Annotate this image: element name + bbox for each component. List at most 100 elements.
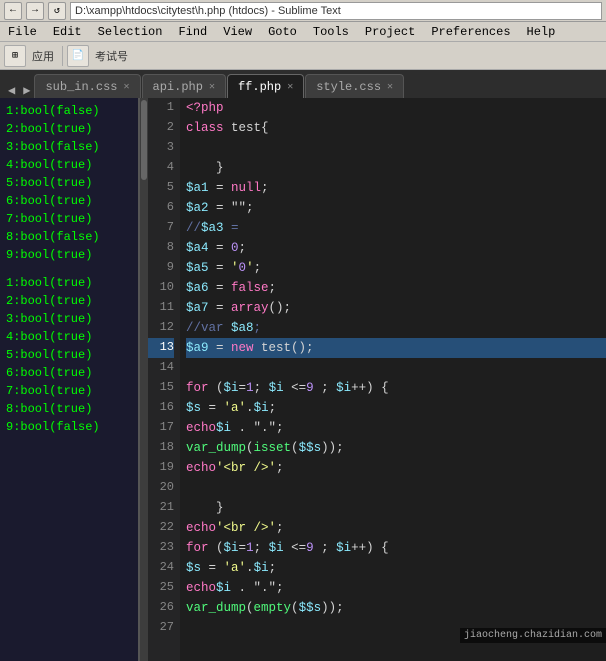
line-number: 5	[148, 178, 174, 198]
line-number: 24	[148, 558, 174, 578]
code-line[interactable]: }	[186, 158, 606, 178]
forward-button[interactable]: →	[26, 2, 44, 20]
code-line[interactable]: //var $a8;	[186, 318, 606, 338]
line-number: 23	[148, 538, 174, 558]
line-number: 22	[148, 518, 174, 538]
code-line[interactable]	[186, 138, 606, 158]
code-line[interactable]: for ($i=1; $i <=9 ; $i++) {	[186, 378, 606, 398]
menu-view[interactable]: View	[215, 22, 260, 41]
line-number: 6	[148, 198, 174, 218]
line-number: 9	[148, 258, 174, 278]
tab-style-css[interactable]: style.css ✕	[305, 74, 404, 98]
tab-next[interactable]: ▶	[19, 83, 34, 98]
menu-tools[interactable]: Tools	[305, 22, 357, 41]
code-line[interactable]: $a2 = "";	[186, 198, 606, 218]
menu-preferences[interactable]: Preferences	[423, 22, 518, 41]
code-line[interactable]: echo '<br />';	[186, 518, 606, 538]
menu-project[interactable]: Project	[357, 22, 423, 41]
code-line[interactable]: $a5 = '0';	[186, 258, 606, 278]
line-number: 16	[148, 398, 174, 418]
code-line[interactable]: $a9 = new test();	[186, 338, 606, 358]
code-line[interactable]: <?php	[186, 98, 606, 118]
line-number: 2	[148, 118, 174, 138]
line-number: 7	[148, 218, 174, 238]
code-line[interactable]: //$a3 =	[186, 218, 606, 238]
line-number: 12	[148, 318, 174, 338]
line-number: 20	[148, 478, 174, 498]
output-line: 3:bool(false)	[6, 138, 132, 156]
toolbar-label: 应用	[28, 48, 58, 64]
output-line: 1:bool(true)	[6, 274, 132, 292]
output-line: 7:bool(true)	[6, 210, 132, 228]
code-line[interactable]: $a7 = array();	[186, 298, 606, 318]
line-number: 4	[148, 158, 174, 178]
code-line[interactable]: echo '<br />';	[186, 458, 606, 478]
menu-goto[interactable]: Goto	[260, 22, 305, 41]
code-line[interactable]: echo $i . ".";	[186, 578, 606, 598]
line-numbers: 1234567891011121314151617181920212223242…	[148, 98, 180, 661]
output-section-1: 1:bool(false)2:bool(true)3:bool(false)4:…	[6, 102, 132, 264]
tab-prev[interactable]: ◀	[4, 83, 19, 98]
refresh-button[interactable]: ↺	[48, 2, 66, 20]
output-section-2: 1:bool(true)2:bool(true)3:bool(true)4:bo…	[6, 274, 132, 436]
line-number: 17	[148, 418, 174, 438]
code-line[interactable]: class test{	[186, 118, 606, 138]
line-number: 27	[148, 618, 174, 638]
left-panel: 1:bool(false)2:bool(true)3:bool(false)4:…	[0, 98, 140, 661]
output-line: 4:bool(true)	[6, 156, 132, 174]
menu-bar: File Edit Selection Find View Goto Tools…	[0, 22, 606, 42]
url-bar[interactable]	[70, 2, 602, 20]
code-line[interactable]: var_dump(empty($$s));	[186, 598, 606, 618]
code-line[interactable]: $s = 'a'.$i;	[186, 558, 606, 578]
code-line[interactable]: }	[186, 498, 606, 518]
code-line[interactable]: $s = 'a'.$i;	[186, 398, 606, 418]
apps-icon[interactable]: ⊞	[4, 45, 26, 67]
scroll-bar[interactable]	[140, 98, 148, 661]
output-line: 6:bool(true)	[6, 364, 132, 382]
code-line[interactable]: $a4 = 0;	[186, 238, 606, 258]
output-line: 8:bool(true)	[6, 400, 132, 418]
menu-file[interactable]: File	[0, 22, 45, 41]
toolbar: ⊞ 应用 📄 考试号	[0, 42, 606, 70]
output-line: 3:bool(true)	[6, 310, 132, 328]
code-line[interactable]	[186, 358, 606, 378]
code-content[interactable]: <?php class test{ } $a1 = null; $a2 = ""…	[180, 98, 606, 661]
menu-help[interactable]: Help	[519, 22, 564, 41]
code-line[interactable]: $a6 = false;	[186, 278, 606, 298]
line-number: 18	[148, 438, 174, 458]
tab-api-php[interactable]: api.php ✕	[142, 74, 226, 98]
toolbar-label-2: 考试号	[91, 48, 132, 64]
output-line: 5:bool(true)	[6, 174, 132, 192]
output-line: 8:bool(false)	[6, 228, 132, 246]
tab-ff-php[interactable]: ff.php ✕	[227, 74, 304, 98]
scroll-thumb[interactable]	[141, 100, 147, 180]
output-line: 2:bool(true)	[6, 120, 132, 138]
code-line[interactable]	[186, 478, 606, 498]
output-line: 9:bool(true)	[6, 246, 132, 264]
tab-sub-in-css[interactable]: sub_in.css ✕	[34, 74, 140, 98]
code-line[interactable]: for ($i=1; $i <=9 ; $i++) {	[186, 538, 606, 558]
output-line: 7:bool(true)	[6, 382, 132, 400]
code-editor[interactable]: 1234567891011121314151617181920212223242…	[148, 98, 606, 661]
watermark: jiaocheng.chazidian.com	[460, 628, 606, 643]
back-button[interactable]: ←	[4, 2, 22, 20]
menu-find[interactable]: Find	[170, 22, 215, 41]
code-line[interactable]: $a1 = null;	[186, 178, 606, 198]
code-line[interactable]: echo $i . ".";	[186, 418, 606, 438]
code-line[interactable]: var_dump(isset($$s));	[186, 438, 606, 458]
content-area: 1:bool(false)2:bool(true)3:bool(false)4:…	[0, 98, 606, 661]
tab-close-ff-php[interactable]: ✕	[287, 81, 293, 93]
output-line: 2:bool(true)	[6, 292, 132, 310]
line-number: 8	[148, 238, 174, 258]
line-number: 11	[148, 298, 174, 318]
tab-close-api-php[interactable]: ✕	[209, 81, 215, 93]
file-icon[interactable]: 📄	[67, 45, 89, 67]
tab-close-sub-in-css[interactable]: ✕	[123, 81, 129, 93]
line-number: 26	[148, 598, 174, 618]
line-number: 19	[148, 458, 174, 478]
output-line: 1:bool(false)	[6, 102, 132, 120]
menu-selection[interactable]: Selection	[90, 22, 171, 41]
output-line: 5:bool(true)	[6, 346, 132, 364]
menu-edit[interactable]: Edit	[45, 22, 90, 41]
tab-close-style-css[interactable]: ✕	[387, 81, 393, 93]
